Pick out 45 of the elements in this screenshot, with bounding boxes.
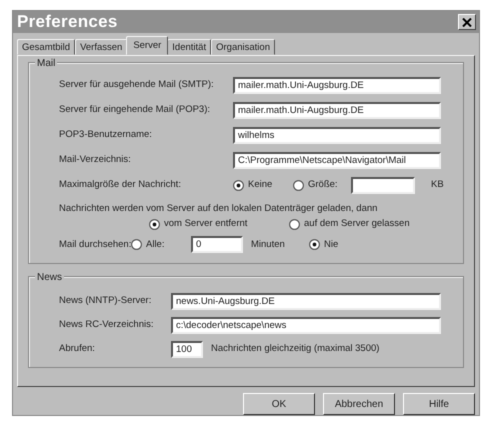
dialog-button[interactable]: Abbrechen (323, 393, 395, 415)
radio-label[interactable]: vom Server entfernt (164, 217, 248, 232)
field-label: Mail durchsehen: (59, 238, 131, 252)
text-field[interactable]: mailer.math.Uni-Augsburg.DE (233, 102, 441, 119)
description-text: Nachrichten werden vom Server auf den lokalen Datenträger geladen, dann (59, 202, 378, 216)
tab[interactable]: Server (126, 36, 168, 55)
field-label: Abrufen: (59, 342, 96, 356)
tab[interactable]: Organisation (211, 39, 275, 55)
field-label: Server für eingehende Mail (POP3): (59, 103, 212, 118)
unit-label: Minuten (251, 238, 286, 252)
tab[interactable]: Verfassen (75, 39, 128, 55)
radio-button[interactable] (233, 180, 244, 191)
text-field[interactable] (351, 177, 415, 194)
text-field[interactable]: 100 (171, 340, 203, 358)
field-label: Mail-Verzeichnis: (59, 153, 132, 168)
text-field[interactable]: c:\decoder\netscape\news (171, 316, 441, 334)
text-field[interactable]: news.Uni-Augsburg.DE (171, 292, 441, 310)
close-icon (462, 18, 472, 26)
field-label: News (NNTP)-Server: (59, 294, 152, 308)
unit-label: KB (431, 178, 444, 192)
radio-button[interactable] (309, 239, 320, 250)
tab[interactable]: Gesamtbild (17, 39, 76, 55)
text-field[interactable]: C:\Programme\Netscape\Navigator\Mail (233, 152, 441, 169)
field-label: Server für ausgehende Mail (SMTP): (59, 78, 215, 92)
dialog-button[interactable]: OK (243, 393, 315, 415)
radio-button[interactable] (149, 218, 160, 230)
text-field[interactable]: mailer.math.Uni-Augsburg.DE (233, 77, 441, 94)
close-button[interactable] (458, 14, 476, 30)
radio-label[interactable]: Nie (324, 238, 338, 252)
text-field[interactable]: 0 (191, 236, 243, 254)
tab[interactable]: Identität (167, 39, 212, 55)
window-title: Preferences (17, 11, 118, 34)
radio-button[interactable] (293, 180, 304, 191)
field-label: Maximalgröße der Nachricht: (59, 178, 182, 192)
radio-button[interactable] (131, 239, 142, 250)
radio-label[interactable]: Größe: (308, 178, 338, 193)
radio-button[interactable] (289, 218, 300, 230)
radio-label[interactable]: auf dem Server gelassen (304, 217, 410, 232)
description-text: Nachrichten gleichzeitig (maximal 3500) (211, 342, 380, 356)
field-label: POP3-Benutzername: (59, 128, 153, 142)
field-label: News RC-Verzeichnis: (59, 318, 154, 332)
text-field[interactable]: wilhelms (233, 127, 441, 144)
radio-label[interactable]: Keine (248, 178, 272, 193)
radio-label[interactable]: Alle: (146, 238, 164, 252)
dialog-button[interactable]: Hilfe (403, 393, 475, 415)
